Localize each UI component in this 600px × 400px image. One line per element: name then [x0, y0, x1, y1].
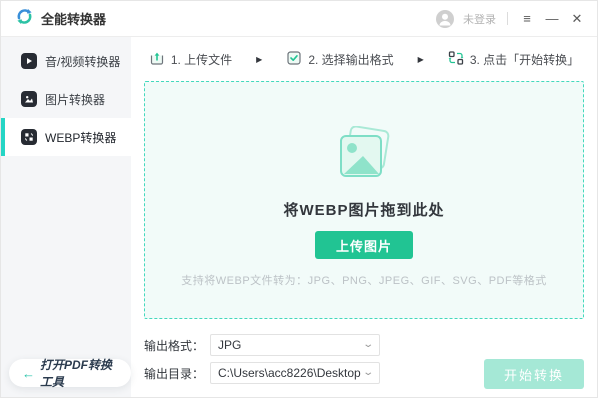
output-format-value: JPG — [218, 338, 241, 352]
webp-converter-icon — [21, 129, 37, 145]
output-directory-label: 输出目录： — [144, 365, 210, 382]
step-arrow-icon: ▶ — [418, 55, 424, 64]
output-settings: 输出格式： JPG ⌄ 输出目录： C:\Users\acc8226\Deskt… — [131, 319, 597, 397]
video-play-icon — [21, 53, 37, 69]
left-arrow-icon: ← — [22, 366, 35, 381]
step-arrow-icon: ▶ — [256, 55, 262, 64]
output-format-label: 输出格式： — [144, 337, 210, 354]
avatar[interactable] — [436, 10, 454, 28]
output-format-row: 输出格式： JPG ⌄ — [144, 334, 584, 356]
minimize-icon[interactable]: — — [544, 11, 560, 27]
main-panel: 1. 上传文件 ▶ 2. 选择输出格式 ▶ — [131, 37, 597, 397]
convert-arrows-icon — [448, 50, 464, 69]
step-label: 2. 选择输出格式 — [308, 51, 393, 68]
steps-bar: 1. 上传文件 ▶ 2. 选择输出格式 ▶ — [131, 37, 597, 81]
close-icon[interactable]: ✕ — [569, 11, 585, 27]
app-title: 全能转换器 — [41, 9, 106, 28]
app-logo-icon — [15, 7, 34, 31]
picture-placeholder-icon — [333, 126, 395, 189]
sidebar-item-image-converter[interactable]: 图片转换器 — [1, 80, 131, 118]
sidebar-item-webp-converter[interactable]: WEBP转换器 — [1, 118, 131, 156]
output-directory-value: C:\Users\acc8226\Desktop — [218, 366, 361, 380]
image-icon — [21, 91, 37, 107]
open-pdf-tool-button[interactable]: ← 打开PDF转换工具 — [9, 359, 131, 387]
supported-formats-text: 支持将WEBP文件转为：JPG、PNG、JPEG、GIF、SVG、PDF等格式 — [145, 272, 583, 288]
step-start-convert: 3. 点击「开始转换」 — [448, 50, 579, 69]
chevron-down-icon: ⌄ — [362, 340, 374, 350]
step-label: 3. 点击「开始转换」 — [470, 51, 579, 68]
output-directory-select[interactable]: C:\Users\acc8226\Desktop ⌄ — [210, 362, 380, 384]
title-bar: 全能转换器 未登录 ≡ — ✕ — [1, 1, 597, 37]
title-bar-right: 未登录 ≡ — ✕ — [436, 10, 585, 28]
output-format-select[interactable]: JPG ⌄ — [210, 334, 380, 356]
sidebar-item-label: 图片转换器 — [45, 91, 105, 108]
login-status[interactable]: 未登录 — [463, 11, 496, 27]
step-choose-format: 2. 选择输出格式 — [286, 50, 393, 69]
menu-icon[interactable]: ≡ — [519, 11, 535, 27]
sidebar: 音/视频转换器 图片转换器 — [1, 37, 131, 397]
check-square-icon — [286, 50, 302, 69]
app-window: 全能转换器 未登录 ≡ — ✕ 音/视频转换器 — [0, 0, 598, 398]
title-bar-left: 全能转换器 — [15, 7, 106, 31]
sidebar-item-audio-video-converter[interactable]: 音/视频转换器 — [1, 42, 131, 80]
start-convert-button[interactable]: 开始转换 — [484, 359, 584, 389]
upload-image-button[interactable]: 上传图片 — [315, 231, 413, 259]
upload-box-icon — [149, 50, 165, 69]
webp-drop-zone[interactable]: 将WEBP图片拖到此处 上传图片 支持将WEBP文件转为：JPG、PNG、JPE… — [144, 81, 584, 319]
window-body: 音/视频转换器 图片转换器 — [1, 37, 597, 397]
step-label: 1. 上传文件 — [171, 51, 232, 68]
pdf-tool-label: 打开PDF转换工具 — [40, 356, 118, 390]
sidebar-item-label: WEBP转换器 — [45, 129, 116, 146]
step-upload-file: 1. 上传文件 — [149, 50, 232, 69]
titlebar-divider — [507, 12, 508, 25]
drop-zone-title: 将WEBP图片拖到此处 — [283, 199, 444, 220]
chevron-down-icon: ⌄ — [362, 368, 374, 378]
sidebar-item-label: 音/视频转换器 — [45, 53, 120, 70]
